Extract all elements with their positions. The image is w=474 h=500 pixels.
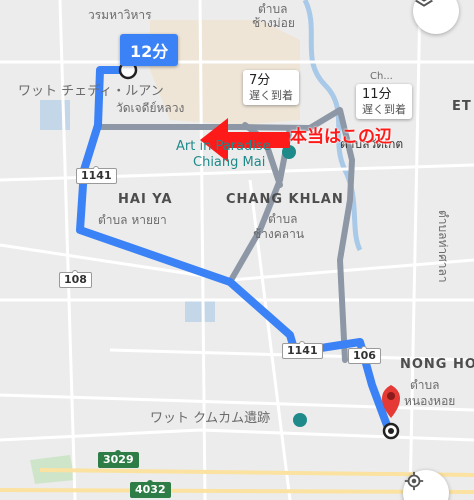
district-label: NONG HOI (400, 357, 474, 372)
route-time: 11分 (362, 87, 392, 102)
route-note: 遅く到着 (249, 89, 293, 102)
place-label: Ch... (370, 71, 393, 82)
road-shield: 1141 (76, 166, 117, 184)
road-shield: 3029 (98, 450, 139, 468)
road-shield: 106 (348, 346, 381, 364)
place-label: Chiang Mai (193, 155, 266, 170)
road-shield: 1141 (282, 341, 323, 359)
district-label: HAI YA (118, 192, 173, 207)
pond (185, 300, 215, 322)
route-note: 遅く到着 (362, 103, 406, 116)
place-label: ワット クムカム遺跡 (150, 411, 271, 426)
annotation-text: 本当はこの辺 (290, 127, 392, 147)
place-label: วัดเจดีย์หลวง (116, 101, 185, 115)
district-label: ET (452, 99, 472, 114)
place-label: ワット チェディ・ルアン (18, 84, 164, 99)
district-label-thai: ตำบล หายยา (98, 213, 167, 227)
place-label: วรมหาวิหาร (88, 8, 152, 22)
district-label-thai: ตำบล (410, 378, 440, 392)
district-label-thai: ตำบล (268, 212, 298, 226)
district-label-thai: หนองหอย (404, 394, 456, 408)
place-label: ตำบลท่าศาลา (436, 210, 450, 283)
district-label: CHANG KHLAN (226, 192, 344, 207)
place-label: Art in Paradise (176, 139, 271, 154)
route-time-bubble-alt1[interactable]: 7分 遅く到着 (243, 70, 299, 105)
pond (40, 100, 70, 130)
road-shield: 4032 (130, 480, 171, 498)
map-canvas[interactable]: วรมหาวิหาร ตำบล ช้างม่อย ワット チェディ・ルアン วั… (0, 0, 474, 500)
route-time: 7分 (249, 73, 271, 88)
place-label: ช้างม่อย (252, 16, 295, 30)
route-time-bubble-alt2[interactable]: 11分 遅く到着 (356, 84, 412, 119)
temple-marker (293, 413, 307, 427)
district-label-thai: ช้างคลาน (253, 227, 305, 241)
road-shield: 108 (59, 270, 92, 288)
route-time: 12分 (130, 42, 169, 61)
route-time-bubble-main[interactable]: 12分 (120, 34, 179, 66)
place-label: ตำบล (258, 2, 288, 16)
